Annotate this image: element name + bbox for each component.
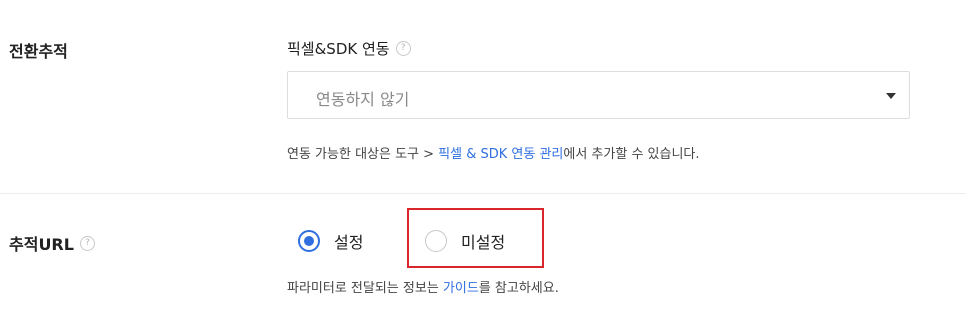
- question-circle-icon[interactable]: ?: [79, 235, 95, 251]
- conversion-tracking-label-text: 전환추적: [9, 42, 68, 61]
- pixel-sdk-select-value: 연동하지 않기: [316, 90, 410, 109]
- radio-label-set: 설정: [334, 233, 364, 252]
- helper-prefix: 연동 가능한 대상은 도구 >: [287, 147, 439, 162]
- conversion-tracking-label: 전환추적: [9, 38, 68, 62]
- helper-suffix: 에서 추가할 수 있습니다.: [563, 147, 700, 162]
- pixel-sdk-management-link[interactable]: 픽셀 & SDK 연동 관리: [438, 147, 563, 162]
- radio-checked-icon[interactable]: [298, 230, 320, 252]
- section-divider: [0, 193, 966, 194]
- tracking-url-label-text: 추적URL: [9, 235, 74, 254]
- triangle-down-icon: [886, 93, 896, 99]
- pixel-sdk-select[interactable]: 연동하지 않기: [287, 71, 910, 119]
- radio-option-unset[interactable]: 미설정: [425, 229, 505, 253]
- tracking-url-label: 추적URL ?: [9, 231, 95, 255]
- helper-suffix: 를 참고하세요.: [478, 281, 559, 296]
- tracking-url-helper-text: 파라미터로 전달되는 정보는 가이드를 참고하세요.: [287, 277, 559, 296]
- radio-unchecked-icon[interactable]: [425, 230, 447, 252]
- question-circle-icon[interactable]: ?: [395, 41, 411, 56]
- radio-option-set[interactable]: 설정: [298, 229, 363, 253]
- settings-panel: 전환추적 픽셀&SDK 연동 ? 연동하지 않기 연동 가능한 대상은 도구 >…: [0, 0, 966, 321]
- pixel-sdk-label-text: 픽셀&SDK 연동: [287, 40, 390, 58]
- guide-link[interactable]: 가이드: [443, 281, 479, 296]
- helper-prefix: 파라미터로 전달되는 정보는: [287, 281, 443, 296]
- pixel-sdk-field-label: 픽셀&SDK 연동 ?: [287, 38, 411, 59]
- pixel-sdk-helper-text: 연동 가능한 대상은 도구 > 픽셀 & SDK 연동 관리에서 추가할 수 있…: [287, 143, 700, 162]
- radio-label-unset: 미설정: [461, 233, 506, 252]
